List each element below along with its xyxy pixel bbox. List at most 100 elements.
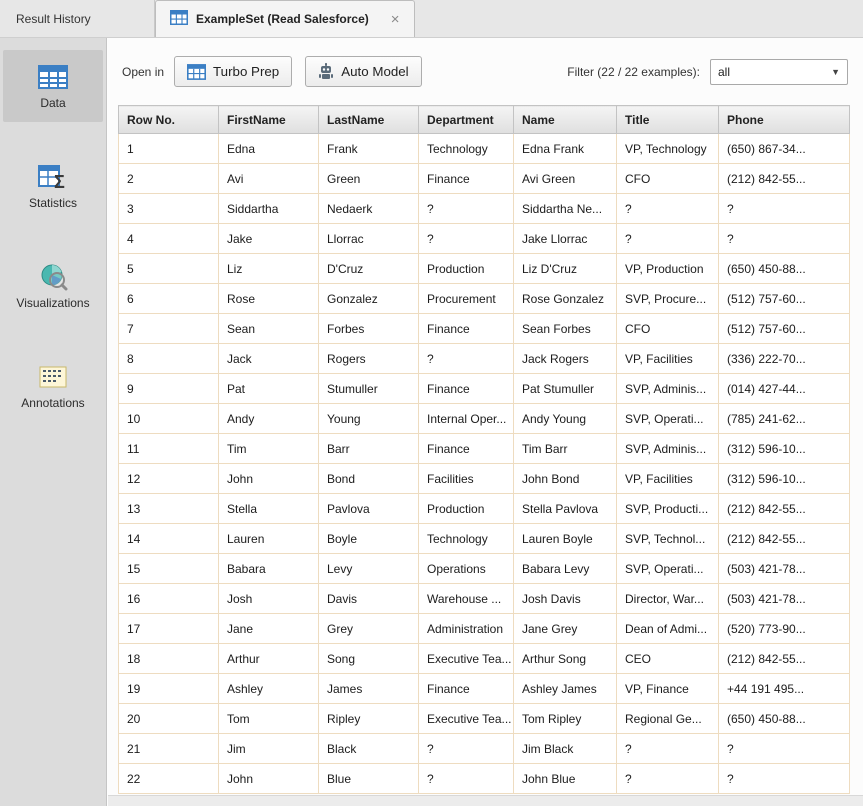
bottom-scroll-strip[interactable] <box>108 795 863 806</box>
table-cell[interactable]: Regional Ge... <box>617 704 719 734</box>
sidebar-item-visualizations[interactable]: Visualizations <box>3 250 103 322</box>
table-cell[interactable]: 10 <box>119 404 219 434</box>
table-cell[interactable]: Jane Grey <box>514 614 617 644</box>
table-cell[interactable]: John <box>219 764 319 794</box>
table-cell[interactable]: Andy <box>219 404 319 434</box>
table-cell[interactable]: 14 <box>119 524 219 554</box>
column-header-department[interactable]: Department <box>419 106 514 134</box>
table-cell[interactable]: Edna Frank <box>514 134 617 164</box>
turbo-prep-button[interactable]: Turbo Prep <box>174 56 292 87</box>
table-cell[interactable]: Sean <box>219 314 319 344</box>
table-cell[interactable]: (650) 450-88... <box>719 704 850 734</box>
table-cell[interactable]: Executive Tea... <box>419 704 514 734</box>
table-cell[interactable]: Finance <box>419 164 514 194</box>
table-cell[interactable]: Song <box>319 644 419 674</box>
table-row[interactable]: 7SeanForbesFinanceSean ForbesCFO(512) 75… <box>119 314 850 344</box>
table-cell[interactable]: Jane <box>219 614 319 644</box>
table-cell[interactable]: Bond <box>319 464 419 494</box>
table-cell[interactable]: Director, War... <box>617 584 719 614</box>
table-cell[interactable]: Pat <box>219 374 319 404</box>
table-cell[interactable]: Jake <box>219 224 319 254</box>
auto-model-button[interactable]: Auto Model <box>305 56 421 87</box>
table-cell[interactable]: VP, Facilities <box>617 464 719 494</box>
table-cell[interactable]: 21 <box>119 734 219 764</box>
table-cell[interactable]: (785) 241-62... <box>719 404 850 434</box>
table-row[interactable]: 16JoshDavisWarehouse ...Josh DavisDirect… <box>119 584 850 614</box>
table-cell[interactable]: Siddartha <box>219 194 319 224</box>
table-row[interactable]: 21JimBlack?Jim Black?? <box>119 734 850 764</box>
column-header-phone[interactable]: Phone <box>719 106 850 134</box>
table-cell[interactable]: 5 <box>119 254 219 284</box>
table-cell[interactable]: Babara Levy <box>514 554 617 584</box>
table-cell[interactable]: Levy <box>319 554 419 584</box>
table-cell[interactable]: 22 <box>119 764 219 794</box>
table-cell[interactable]: Grey <box>319 614 419 644</box>
table-row[interactable]: 17JaneGreyAdministrationJane GreyDean of… <box>119 614 850 644</box>
table-cell[interactable]: ? <box>419 764 514 794</box>
table-cell[interactable]: Lauren Boyle <box>514 524 617 554</box>
table-cell[interactable]: Pavlova <box>319 494 419 524</box>
table-cell[interactable]: 2 <box>119 164 219 194</box>
table-cell[interactable]: Technology <box>419 134 514 164</box>
table-cell[interactable]: 13 <box>119 494 219 524</box>
table-cell[interactable]: ? <box>419 194 514 224</box>
table-cell[interactable]: Babara <box>219 554 319 584</box>
table-cell[interactable]: ? <box>719 734 850 764</box>
table-row[interactable]: 12JohnBondFacilitiesJohn BondVP, Facilit… <box>119 464 850 494</box>
table-cell[interactable]: Finance <box>419 314 514 344</box>
table-row[interactable]: 8JackRogers?Jack RogersVP, Facilities(33… <box>119 344 850 374</box>
table-cell[interactable]: Gonzalez <box>319 284 419 314</box>
table-cell[interactable]: Facilities <box>419 464 514 494</box>
table-cell[interactable]: SVP, Operati... <box>617 554 719 584</box>
table-cell[interactable]: Finance <box>419 434 514 464</box>
table-cell[interactable]: Rogers <box>319 344 419 374</box>
table-row[interactable]: 1EdnaFrankTechnologyEdna FrankVP, Techno… <box>119 134 850 164</box>
table-cell[interactable]: CFO <box>617 314 719 344</box>
table-row[interactable]: 19AshleyJamesFinanceAshley JamesVP, Fina… <box>119 674 850 704</box>
table-cell[interactable]: 16 <box>119 584 219 614</box>
table-row[interactable]: 18ArthurSongExecutive Tea...Arthur SongC… <box>119 644 850 674</box>
table-cell[interactable]: Boyle <box>319 524 419 554</box>
table-row[interactable]: 6RoseGonzalezProcurementRose GonzalezSVP… <box>119 284 850 314</box>
table-cell[interactable]: ? <box>617 764 719 794</box>
table-cell[interactable]: Pat Stumuller <box>514 374 617 404</box>
table-cell[interactable]: ? <box>719 224 850 254</box>
table-cell[interactable]: +44 191 495... <box>719 674 850 704</box>
table-cell[interactable]: Lauren <box>219 524 319 554</box>
table-cell[interactable]: Barr <box>319 434 419 464</box>
table-cell[interactable]: SVP, Procure... <box>617 284 719 314</box>
table-cell[interactable]: (212) 842-55... <box>719 644 850 674</box>
table-cell[interactable]: VP, Finance <box>617 674 719 704</box>
table-cell[interactable]: 19 <box>119 674 219 704</box>
table-cell[interactable]: Jack <box>219 344 319 374</box>
table-cell[interactable]: 1 <box>119 134 219 164</box>
table-cell[interactable]: Procurement <box>419 284 514 314</box>
table-cell[interactable]: (520) 773-90... <box>719 614 850 644</box>
table-cell[interactable]: Tim <box>219 434 319 464</box>
table-row[interactable]: 22JohnBlue?John Blue?? <box>119 764 850 794</box>
table-cell[interactable]: 15 <box>119 554 219 584</box>
table-cell[interactable]: CEO <box>617 644 719 674</box>
sidebar-item-annotations[interactable]: Annotations <box>3 350 103 422</box>
table-cell[interactable]: SVP, Technol... <box>617 524 719 554</box>
table-cell[interactable]: Nedaerk <box>319 194 419 224</box>
table-cell[interactable]: ? <box>719 194 850 224</box>
table-cell[interactable]: (312) 596-10... <box>719 464 850 494</box>
table-cell[interactable]: Administration <box>419 614 514 644</box>
column-header-row-no[interactable]: Row No. <box>119 106 219 134</box>
table-cell[interactable]: Black <box>319 734 419 764</box>
table-cell[interactable]: Ripley <box>319 704 419 734</box>
tab-result-history[interactable]: Result History <box>0 0 155 37</box>
table-cell[interactable]: Production <box>419 494 514 524</box>
table-cell[interactable]: (650) 867-34... <box>719 134 850 164</box>
table-cell[interactable]: Forbes <box>319 314 419 344</box>
table-row[interactable]: 3SiddarthaNedaerk?Siddartha Ne...?? <box>119 194 850 224</box>
sidebar-item-statistics[interactable]: Σ Statistics <box>3 150 103 222</box>
table-cell[interactable]: 18 <box>119 644 219 674</box>
table-cell[interactable]: Young <box>319 404 419 434</box>
table-cell[interactable]: Rose <box>219 284 319 314</box>
table-cell[interactable]: (014) 427-44... <box>719 374 850 404</box>
table-cell[interactable]: (336) 222-70... <box>719 344 850 374</box>
table-cell[interactable]: 7 <box>119 314 219 344</box>
column-header-title[interactable]: Title <box>617 106 719 134</box>
